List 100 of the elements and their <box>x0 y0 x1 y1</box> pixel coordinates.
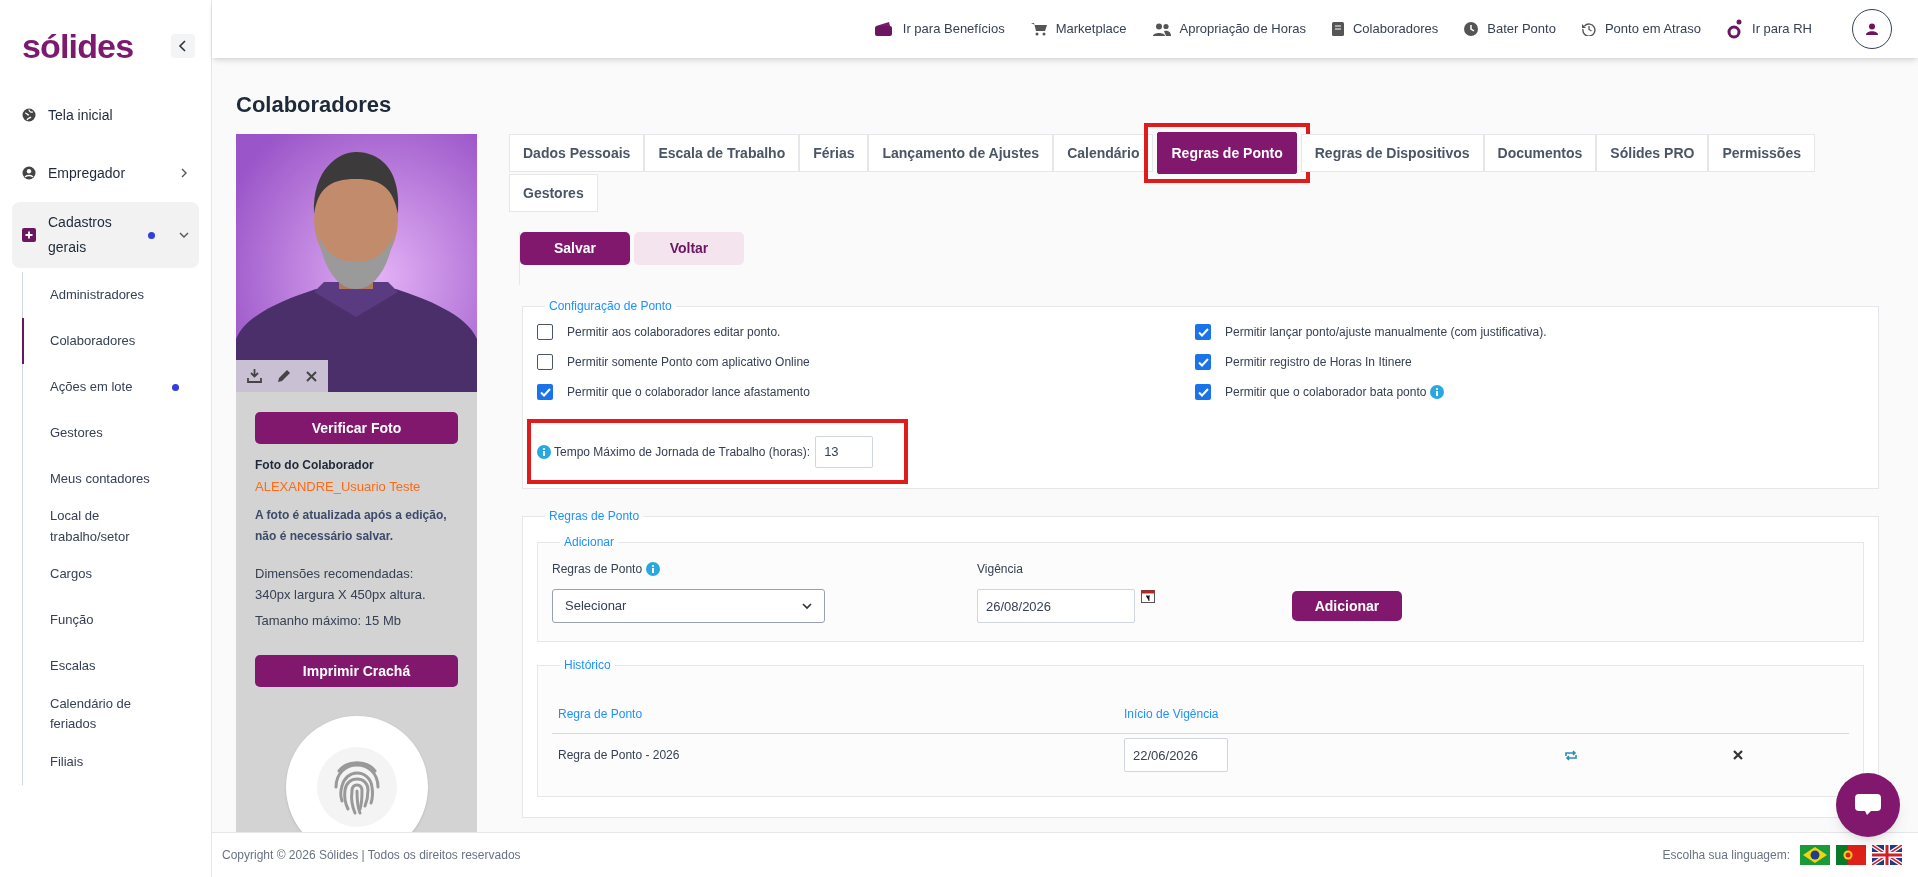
plus-square-icon <box>22 228 36 242</box>
caption-title: Foto do Colaborador <box>255 457 375 474</box>
tab[interactable]: Regras de Dispositivos <box>1300 134 1484 172</box>
tab[interactable]: Permissões <box>1708 134 1815 172</box>
history-icon <box>1581 22 1596 36</box>
chevron-down-icon <box>179 230 189 240</box>
download-icon[interactable] <box>247 369 263 383</box>
nav-subitem[interactable]: Função <box>22 597 199 644</box>
tab[interactable]: Calendário <box>1053 134 1154 172</box>
photo-notice: A foto é atualizada após a edição, não é necessário salvar. <box>255 506 448 545</box>
checkbox-label: Permitir somente Ponto com aplicativo Online <box>567 354 810 371</box>
flag-icon[interactable] <box>1800 845 1830 865</box>
section-legend: Adicionar <box>560 533 619 551</box>
table-cell-text: Regra de Ponto - 2026 <box>558 747 681 764</box>
book-icon <box>1331 22 1344 36</box>
top-nav-link[interactable]: Ir para RH <box>1727 19 1812 39</box>
refresh-icon[interactable] <box>1564 749 1578 761</box>
tab[interactable]: Sólides PRO <box>1596 134 1709 172</box>
nav-item[interactable]: Tela inicial <box>12 86 199 144</box>
max-size-text: Tamanho máximo: 15 Mb <box>255 611 402 630</box>
chevron-left-icon <box>178 40 188 52</box>
checkbox-label: Permitir registro de Horas In Itinere <box>1225 354 1412 371</box>
people-icon <box>1152 22 1171 36</box>
logo: sólides <box>22 29 134 63</box>
rule-select[interactable]: Selecionar <box>552 589 825 623</box>
clock-icon <box>1464 22 1479 36</box>
nav-subitem[interactable]: Administradores <box>22 272 199 318</box>
checkbox[interactable] <box>1195 354 1211 370</box>
pencil-icon[interactable] <box>277 369 291 383</box>
nav-subitem[interactable]: Local de trabalho/setor <box>22 502 199 552</box>
field-label: Vigência <box>977 561 1024 578</box>
date-input[interactable]: 26/08/2026 <box>977 589 1135 623</box>
dimensions-text: 340px largura X 450px altura. <box>255 585 427 604</box>
nav-subitem[interactable]: Calendário de feriados <box>22 689 199 740</box>
nav-subitem[interactable]: Meus contadores <box>22 456 199 502</box>
checkbox-label: Permitir aos colaboradores editar ponto. <box>567 324 781 341</box>
tab[interactable]: Gestores <box>509 174 598 212</box>
collapse-button[interactable] <box>171 34 195 58</box>
nav-item[interactable]: Cadastros gerais <box>12 202 199 268</box>
top-nav-link[interactable]: Apropriação de Horas <box>1152 19 1306 39</box>
page-title: Colaboradores <box>236 91 393 119</box>
add-button[interactable]: Adicionar <box>1292 591 1402 621</box>
save-button[interactable]: Salvar <box>520 232 630 265</box>
column-header: Início de Vigência <box>1124 705 1220 723</box>
hours-input[interactable]: 13 <box>815 435 874 468</box>
nav-item[interactable]: Empregador <box>12 144 199 202</box>
flag-icon[interactable] <box>1872 845 1902 865</box>
checkbox[interactable] <box>537 354 553 370</box>
top-nav-link[interactable]: Bater Ponto <box>1464 19 1556 39</box>
user-name: ALEXANDRE_Usuario Teste <box>255 478 422 496</box>
info-icon <box>646 562 661 576</box>
chevron-right-icon <box>179 168 189 178</box>
info-icon <box>537 444 551 459</box>
checkbox[interactable] <box>1195 384 1211 400</box>
section-legend: Regras de Ponto <box>545 507 644 525</box>
dimensions-text: Dimensões recomendadas: <box>255 564 415 583</box>
delete-icon[interactable] <box>1733 750 1743 760</box>
chat-bubble-icon <box>1853 792 1883 818</box>
checkbox-label: Permitir que o colaborador bata ponto <box>1225 384 1427 401</box>
checkbox[interactable] <box>537 384 553 400</box>
tab[interactable]: Lançamento de Ajustes <box>868 134 1054 172</box>
close-icon[interactable] <box>305 370 317 382</box>
section-legend: Configuração de Ponto <box>545 297 676 315</box>
print-badge-button[interactable]: Imprimir Crachá <box>255 655 458 687</box>
checkbox-label: Permitir lançar ponto/ajuste manualmente (com justificativa). <box>1225 324 1547 341</box>
user-icon <box>1866 23 1878 35</box>
checkbox-label: Permitir que o colaborador lance afastamento <box>567 384 810 401</box>
caret-icon <box>802 602 812 610</box>
nav-subitem[interactable]: Gestores <box>22 410 199 456</box>
cart-icon <box>1030 22 1047 36</box>
nav-subitem[interactable]: Escalas <box>22 643 199 690</box>
checkbox[interactable] <box>1195 324 1211 340</box>
tab[interactable]: Férias <box>799 134 869 172</box>
wallet-icon <box>873 21 894 37</box>
brand-mark-icon <box>1727 19 1744 39</box>
field-label: Regras de Ponto <box>552 561 643 578</box>
calendar-icon[interactable] <box>1141 589 1155 603</box>
tab[interactable]: Escala de Trabalho <box>644 134 800 172</box>
tab[interactable]: Documentos <box>1483 134 1597 172</box>
section-legend: Histórico <box>560 656 615 674</box>
language-label: Escolha sua linguagem: <box>1662 847 1790 864</box>
nav-subitem[interactable]: Colaboradores <box>22 318 199 364</box>
nav-subitem[interactable]: Cargos <box>22 551 199 598</box>
field-label: Tempo Máximo de Jornada de Trabalho (horas): <box>554 443 811 461</box>
top-nav-link[interactable]: Ponto em Atraso <box>1581 19 1702 39</box>
top-nav-link[interactable]: Ir para Benefícios <box>873 19 1005 39</box>
top-nav-link[interactable]: Colaboradores <box>1331 19 1439 39</box>
date-input[interactable]: 22/06/2026 <box>1124 738 1228 772</box>
tab[interactable]: Regras de Ponto <box>1157 132 1297 174</box>
user-circle-icon <box>22 166 36 180</box>
checkbox[interactable] <box>537 324 553 340</box>
nav-subitem[interactable]: Filiais <box>22 739 199 786</box>
column-header: Regra de Ponto <box>558 705 644 723</box>
nav-subitem[interactable]: Ações em lote <box>22 364 199 410</box>
back-button[interactable]: Voltar <box>634 232 744 265</box>
globe-icon <box>22 108 36 122</box>
tab[interactable]: Dados Pessoais <box>509 134 645 172</box>
verify-photo-button[interactable]: Verificar Foto <box>255 412 458 444</box>
copyright-text: Copyright © 2026 Sólides | Todos os direitos reservados <box>222 847 521 864</box>
top-nav-link[interactable]: Marketplace <box>1030 19 1127 39</box>
